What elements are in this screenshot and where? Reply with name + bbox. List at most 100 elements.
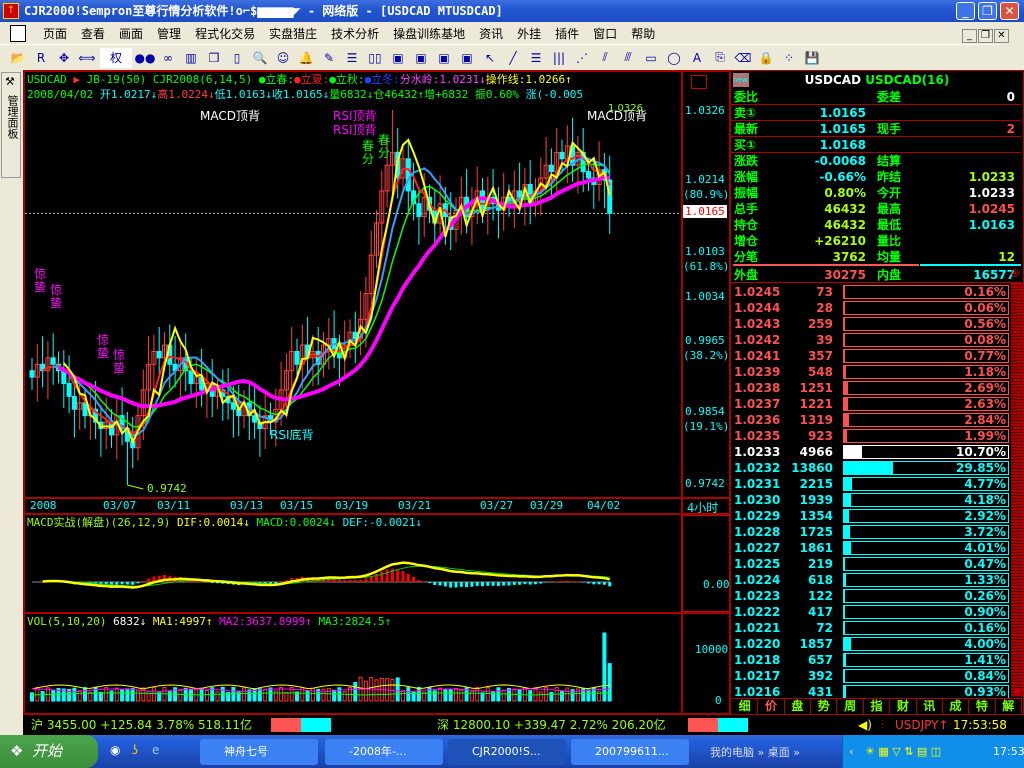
- orderbook-row[interactable]: 1.0242 39 0.08%: [731, 332, 1023, 348]
- quote-tab[interactable]: 细: [732, 698, 759, 714]
- quote-tab[interactable]: 成: [942, 698, 970, 714]
- quote-tab[interactable]: 财: [890, 698, 917, 714]
- quicklaunch-app-icon[interactable]: ʖ: [132, 743, 138, 757]
- menu-item[interactable]: 资讯: [472, 25, 510, 42]
- bell-icon[interactable]: 🔔: [296, 48, 316, 68]
- crosshair-icon[interactable]: ⊕: [1010, 266, 1020, 280]
- copy-icon[interactable]: ❐: [204, 48, 224, 68]
- orderbook-row[interactable]: 1.0221 72 0.16%: [731, 620, 1023, 636]
- taskbar-item[interactable]: -2008年-...: [325, 739, 443, 765]
- menu-item[interactable]: 实盘猎庄: [262, 25, 324, 42]
- orderbook-row[interactable]: 1.0232 13860 29.85%: [731, 460, 1023, 476]
- eraser-icon[interactable]: ⌫: [733, 48, 753, 68]
- taskbar-item[interactable]: 神舟七号: [200, 739, 318, 765]
- price-chart[interactable]: [25, 102, 681, 497]
- palette-icon[interactable]: ⁘: [779, 48, 799, 68]
- orderbook-row[interactable]: 1.0244 28 0.06%: [731, 300, 1023, 316]
- orderbook-row[interactable]: 1.0233 4966 10.70%: [731, 444, 1023, 460]
- quote-tab[interactable]: 盘: [784, 698, 812, 714]
- tray-icons[interactable]: ☀ ▦ ▽ ⇅ ▤ ◫: [865, 735, 941, 768]
- orderbook-row[interactable]: 1.0231 2215 4.77%: [731, 476, 1023, 492]
- pen-icon[interactable]: ✎: [319, 48, 339, 68]
- menu-item[interactable]: 查看: [74, 25, 112, 42]
- quote-tab[interactable]: 讯: [916, 698, 943, 714]
- tray-expand-icon[interactable]: ‹: [849, 735, 853, 768]
- orderbook-row[interactable]: 1.0235 923 1.99%: [731, 428, 1023, 444]
- parallel-icon[interactable]: ⫻: [618, 48, 638, 68]
- save-icon[interactable]: 💾: [802, 48, 822, 68]
- volume-chart[interactable]: [25, 629, 681, 707]
- orderbook-row[interactable]: 1.0217 392 0.84%: [731, 668, 1023, 684]
- menu-item[interactable]: 帮助: [624, 25, 662, 42]
- menu-item[interactable]: 外挂: [510, 25, 548, 42]
- scroll-down-icon[interactable]: ▼: [1014, 688, 1021, 698]
- arrows-icon[interactable]: ⟺: [77, 48, 97, 68]
- rect-icon[interactable]: ▭: [641, 48, 661, 68]
- red-green-icon[interactable]: ●●: [135, 48, 156, 68]
- channel-icon[interactable]: ⫽: [595, 48, 615, 68]
- pointer-icon[interactable]: ↖: [480, 48, 500, 68]
- orderbook-row[interactable]: 1.0220 1857 4.00%: [731, 636, 1023, 652]
- close-button[interactable]: ✕: [1000, 2, 1019, 20]
- manage-panel-tab[interactable]: ⚒ 管理面板: [1, 72, 21, 178]
- orderbook-row[interactable]: 1.0241 357 0.77%: [731, 348, 1023, 364]
- quote-tab[interactable]: 指: [863, 698, 891, 714]
- orderbook-row[interactable]: 1.0227 1861 4.01%: [731, 540, 1023, 556]
- taskbar-item[interactable]: 200799611...: [571, 739, 689, 765]
- quan-select[interactable]: 权: [100, 47, 132, 68]
- search-icon[interactable]: 🔍: [250, 48, 270, 68]
- quote-tab[interactable]: 解: [995, 698, 1022, 714]
- menu-item[interactable]: 页面: [36, 25, 74, 42]
- menu-item[interactable]: 操盘训练基地: [386, 25, 472, 42]
- window2-icon[interactable]: ▣: [411, 48, 431, 68]
- book-icon[interactable]: ▯: [227, 48, 247, 68]
- text-icon[interactable]: A: [687, 48, 707, 68]
- quote-tab[interactable]: 价: [758, 698, 785, 714]
- ellipse-icon[interactable]: ◯: [664, 48, 684, 68]
- orderbook-row[interactable]: 1.0236 1319 2.84%: [731, 412, 1023, 428]
- rsi-icon[interactable]: R: [31, 48, 51, 68]
- layout-toggle-icon[interactable]: [691, 75, 707, 89]
- vlines-icon[interactable]: |||: [549, 48, 569, 68]
- orderbook-row[interactable]: 1.0223 122 0.26%: [731, 588, 1023, 604]
- glasses-icon[interactable]: ∞: [158, 48, 178, 68]
- menu-item[interactable]: 窗口: [586, 25, 624, 42]
- ticker-symbol[interactable]: USDJPY↑: [895, 715, 949, 735]
- macd-chart[interactable]: [25, 530, 681, 612]
- orderbook-row[interactable]: 1.0238 1251 2.69%: [731, 380, 1023, 396]
- mdi-close-button[interactable]: ✕: [994, 29, 1009, 43]
- fan-icon[interactable]: ⋰: [572, 48, 592, 68]
- orderbook-row[interactable]: 1.0224 618 1.33%: [731, 572, 1023, 588]
- quote-tab[interactable]: 周: [837, 698, 864, 714]
- quicklaunch-media-icon[interactable]: ◉: [110, 743, 120, 757]
- line-icon[interactable]: ╱: [503, 48, 523, 68]
- toolbar-links[interactable]: 我的电脑 » 桌面 »: [710, 744, 800, 760]
- speaker-icon[interactable]: ◀): [858, 715, 872, 735]
- orderbook-row[interactable]: 1.0222 417 0.90%: [731, 604, 1023, 620]
- quote-tab[interactable]: 势: [811, 698, 838, 714]
- start-button[interactable]: ❖ 开始: [0, 735, 98, 768]
- restore-button[interactable]: ❐: [978, 2, 997, 20]
- menu-item[interactable]: 插件: [548, 25, 586, 42]
- orderbook-row[interactable]: 1.0228 1725 3.72%: [731, 524, 1023, 540]
- orderbook-row[interactable]: 1.0237 1221 2.63%: [731, 396, 1023, 412]
- orderbook-row[interactable]: 1.0225 219 0.47%: [731, 556, 1023, 572]
- orderbook-row[interactable]: 1.0230 1939 4.18%: [731, 492, 1023, 508]
- mdi-restore-button[interactable]: ❐: [978, 29, 993, 43]
- open-icon[interactable]: 📂: [8, 48, 28, 68]
- quote-tab[interactable]: 特: [969, 698, 996, 714]
- layout2-icon[interactable]: ▯▯: [365, 48, 385, 68]
- menu-item[interactable]: 画面: [112, 25, 150, 42]
- quicklaunch-ie-icon[interactable]: e: [152, 743, 159, 757]
- layout1-icon[interactable]: ☰: [342, 48, 362, 68]
- mdi-minimize-button[interactable]: _: [962, 29, 977, 43]
- chart-icon[interactable]: ▥: [181, 48, 201, 68]
- orderbook-scrollbar[interactable]: [1011, 283, 1023, 697]
- person-icon[interactable]: ☺: [273, 48, 293, 68]
- lock-icon[interactable]: 🔒: [756, 48, 776, 68]
- app-icon[interactable]: ↑: [3, 3, 19, 19]
- orderbook-row[interactable]: 1.0218 657 1.41%: [731, 652, 1023, 668]
- menu-item[interactable]: 技术分析: [324, 25, 386, 42]
- window1-icon[interactable]: ▣: [388, 48, 408, 68]
- copyclip-icon[interactable]: ⎘: [710, 48, 730, 68]
